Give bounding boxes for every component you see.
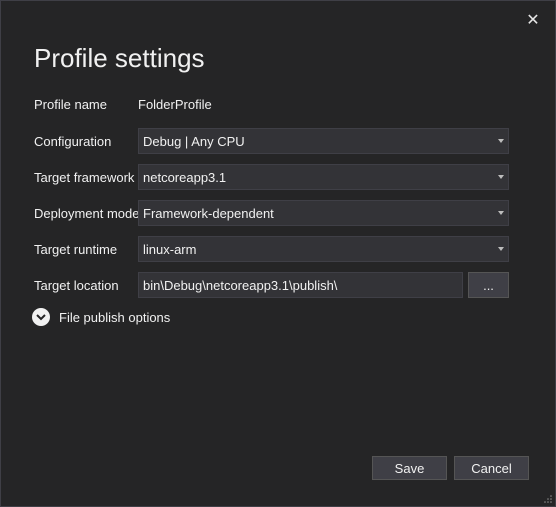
- target-runtime-row: Target runtime linux-arm: [34, 236, 509, 262]
- dropdown-arrow-icon: [498, 139, 504, 143]
- resize-grip-icon[interactable]: [543, 494, 553, 504]
- target-runtime-value: linux-arm: [143, 241, 197, 257]
- target-framework-row: Target framework netcoreapp3.1: [34, 164, 509, 190]
- profile-name-value: FolderProfile: [138, 96, 212, 112]
- save-button[interactable]: Save: [372, 456, 447, 480]
- file-publish-options-expander[interactable]: File publish options: [32, 308, 170, 326]
- target-runtime-label: Target runtime: [34, 241, 118, 257]
- file-publish-options-label: File publish options: [59, 309, 171, 325]
- dialog-title: Profile settings: [34, 43, 205, 73]
- dropdown-arrow-icon: [498, 247, 504, 251]
- profile-name-row: Profile name FolderProfile: [34, 91, 509, 117]
- target-location-label: Target location: [34, 277, 119, 293]
- configuration-label: Configuration: [34, 133, 112, 149]
- profile-name-label: Profile name: [34, 96, 107, 112]
- target-location-input[interactable]: bin\Debug\netcoreapp3.1\publish\: [138, 272, 463, 298]
- chevron-down-circle-icon: [32, 308, 50, 326]
- target-framework-label: Target framework: [34, 169, 135, 185]
- browse-button[interactable]: ...: [468, 272, 509, 298]
- configuration-value: Debug | Any CPU: [143, 133, 245, 149]
- target-framework-value: netcoreapp3.1: [143, 169, 227, 185]
- close-icon[interactable]: ✕: [525, 13, 541, 29]
- dropdown-arrow-icon: [498, 175, 504, 179]
- deployment-mode-dropdown[interactable]: Framework-dependent: [138, 200, 509, 226]
- dropdown-arrow-icon: [498, 211, 504, 215]
- target-location-row: Target location bin\Debug\netcoreapp3.1\…: [34, 272, 509, 298]
- cancel-button[interactable]: Cancel: [454, 456, 529, 480]
- deployment-mode-row: Deployment mode Framework-dependent: [34, 200, 509, 226]
- target-runtime-dropdown[interactable]: linux-arm: [138, 236, 509, 262]
- target-location-value: bin\Debug\netcoreapp3.1\publish\: [143, 277, 338, 293]
- configuration-row: Configuration Debug | Any CPU: [34, 128, 509, 154]
- deployment-mode-value: Framework-dependent: [143, 205, 274, 221]
- target-framework-dropdown[interactable]: netcoreapp3.1: [138, 164, 509, 190]
- configuration-dropdown[interactable]: Debug | Any CPU: [138, 128, 509, 154]
- profile-settings-dialog: ✕ Profile settings Profile name FolderPr…: [0, 0, 556, 507]
- deployment-mode-label: Deployment mode: [34, 205, 140, 221]
